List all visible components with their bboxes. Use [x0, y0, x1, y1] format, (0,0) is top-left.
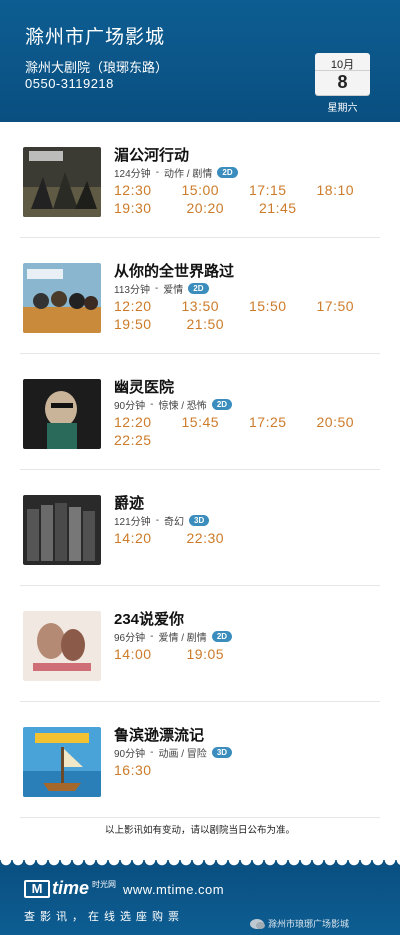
format-badge: 2D	[217, 167, 238, 178]
meta-separator: -	[150, 631, 154, 642]
site-link[interactable]: www.mtime.com	[123, 882, 224, 897]
movie-genre: 惊悚 / 恐怖	[158, 401, 207, 412]
movie-genre: 爱情	[163, 285, 184, 296]
meta-separator: -	[154, 283, 159, 294]
format-badge: 3D	[189, 515, 210, 526]
meta-separator: -	[155, 167, 160, 178]
movie-item[interactable]: 幽灵医院 90分钟 - 惊悚 / 恐怖 2D 12:20 15:45 17:25…	[0, 354, 400, 470]
logo-subtitle: 时光网	[92, 880, 117, 889]
showtime[interactable]: 20:50	[317, 414, 385, 432]
movie-duration: 124分钟	[114, 169, 151, 180]
wechat-icon	[250, 918, 265, 929]
showtimes: 12:20 13:50 15:50 17:50 19:50 21:50	[114, 298, 384, 334]
format-badge: 2D	[211, 399, 233, 410]
showtime[interactable]: 14:20	[114, 530, 187, 548]
wechat-account: 滁州市琅琊广场影城	[268, 919, 350, 929]
schedule-notice: 以上影讯如有变动，请以剧院当日公布为准。	[104, 825, 295, 836]
showtime[interactable]: 15:50	[249, 298, 317, 316]
showtime[interactable]: 12:20	[114, 414, 182, 432]
movie-item[interactable]: 从你的全世界路过 113分钟 - 爱情 2D 12:20 13:50 15:50…	[0, 238, 400, 354]
showtime[interactable]: 13:50	[182, 298, 250, 316]
showtime[interactable]: 20:20	[187, 200, 260, 218]
movie-duration: 121分钟	[114, 517, 151, 528]
showtime[interactable]: 18:10	[317, 182, 385, 200]
date-month: 10月	[315, 53, 370, 71]
phone-number[interactable]: 0550-3119218	[25, 76, 114, 91]
showtime[interactable]: 17:25	[249, 414, 317, 432]
movie-meta: 124分钟 - 动作 / 剧情 2D	[114, 165, 238, 180]
movie-title[interactable]: 鲁滨逊漂流记	[114, 724, 204, 745]
date-day: 8	[337, 72, 348, 92]
movie-genre: 动画 / 冒险	[158, 749, 207, 760]
cinema-title: 滁州市广场影城	[25, 27, 166, 48]
movie-meta: 96分钟 - 爱情 / 剧情 2D	[114, 629, 233, 644]
movie-poster[interactable]	[23, 495, 101, 565]
showtime[interactable]: 17:15	[249, 182, 317, 200]
meta-separator: -	[150, 399, 154, 410]
movie-item[interactable]: 鲁滨逊漂流记 90分钟 - 动画 / 冒险 3D 16:30	[0, 702, 400, 818]
date-card: 10月 8	[315, 53, 370, 95]
movie-poster[interactable]	[23, 147, 101, 217]
showtime[interactable]: 19:50	[114, 316, 187, 334]
venue-address: 滁州大剧院（琅琊东路）	[25, 60, 169, 75]
movie-item[interactable]: 爵迹 121分钟 - 奇幻 3D 14:20 22:30	[0, 470, 400, 586]
showtimes: 16:30	[114, 762, 384, 780]
mtime-logo[interactable]: M time 时光网	[24, 878, 116, 899]
movie-meta: 113分钟 - 爱情 2D	[114, 281, 209, 296]
showtime[interactable]: 17:50	[317, 298, 385, 316]
showtime[interactable]: 15:45	[182, 414, 250, 432]
showtimes: 12:20 15:45 17:25 20:50 22:25	[114, 414, 384, 450]
showtime[interactable]: 22:25	[114, 432, 187, 450]
showtime[interactable]: 19:05	[187, 646, 260, 664]
movie-title[interactable]: 湄公河行动	[114, 144, 189, 165]
movie-title[interactable]: 234说爱你	[114, 608, 184, 629]
movie-poster[interactable]	[23, 263, 101, 333]
showtime[interactable]: 21:45	[259, 200, 332, 218]
movie-genre: 奇幻	[164, 517, 185, 528]
logo-mark: M	[24, 879, 50, 898]
schedule-list: 湄公河行动 124分钟 - 动作 / 剧情 2D 12:30 15:00 17:…	[0, 122, 400, 860]
movie-meta: 90分钟 - 动画 / 冒险 3D	[114, 745, 233, 760]
movie-title[interactable]: 从你的全世界路过	[114, 260, 234, 281]
wechat-watermark: 滁州市琅琊广场影城	[250, 917, 349, 930]
movie-poster[interactable]	[23, 611, 101, 681]
movie-item[interactable]: 湄公河行动 124分钟 - 动作 / 剧情 2D 12:30 15:00 17:…	[0, 122, 400, 238]
meta-separator: -	[150, 747, 154, 758]
date-weekday: 星期六	[327, 103, 358, 114]
showtimes: 14:00 19:05	[114, 646, 384, 664]
showtime[interactable]: 19:30	[114, 200, 187, 218]
showtime[interactable]: 21:50	[187, 316, 260, 334]
movie-duration: 113分钟	[114, 285, 150, 296]
movie-genre: 动作 / 剧情	[164, 169, 213, 180]
header: 滁州市广场影城 滁州大剧院（琅琊东路） 0550-3119218 10月 8 星…	[0, 0, 400, 128]
format-badge: 3D	[211, 747, 233, 758]
movie-title[interactable]: 爵迹	[114, 492, 144, 513]
slogan: 查影讯，在线选座购票	[24, 911, 184, 923]
movie-duration: 96分钟	[114, 633, 146, 644]
movie-item[interactable]: 234说爱你 96分钟 - 爱情 / 剧情 2D 14:00 19:05	[0, 586, 400, 702]
movie-poster[interactable]	[23, 727, 101, 797]
showtime[interactable]: 14:00	[114, 646, 187, 664]
showtime[interactable]: 22:30	[187, 530, 260, 548]
format-badge: 2D	[188, 283, 209, 294]
showtime[interactable]: 12:20	[114, 298, 182, 316]
movie-meta: 121分钟 - 奇幻 3D	[114, 513, 210, 528]
showtimes: 14:20 22:30	[114, 530, 384, 548]
footer: M time 时光网 www.mtime.com 查影讯，在线选座购票 滁州市琅…	[0, 860, 400, 935]
logo-word: time	[52, 878, 90, 898]
movie-poster[interactable]	[23, 379, 101, 449]
movie-genre: 爱情 / 剧情	[158, 633, 207, 644]
meta-separator: -	[155, 515, 160, 526]
showtime[interactable]: 15:00	[182, 182, 250, 200]
movie-duration: 90分钟	[114, 749, 146, 760]
movie-title[interactable]: 幽灵医院	[114, 376, 174, 397]
showtime[interactable]: 16:30	[114, 762, 187, 780]
format-badge: 2D	[211, 631, 233, 642]
showtimes: 12:30 15:00 17:15 18:10 19:30 20:20 21:4…	[114, 182, 384, 218]
movie-meta: 90分钟 - 惊悚 / 恐怖 2D	[114, 397, 233, 412]
movie-duration: 90分钟	[114, 401, 146, 412]
showtime[interactable]: 12:30	[114, 182, 182, 200]
scallop-edge	[0, 860, 400, 872]
divider	[20, 817, 380, 818]
